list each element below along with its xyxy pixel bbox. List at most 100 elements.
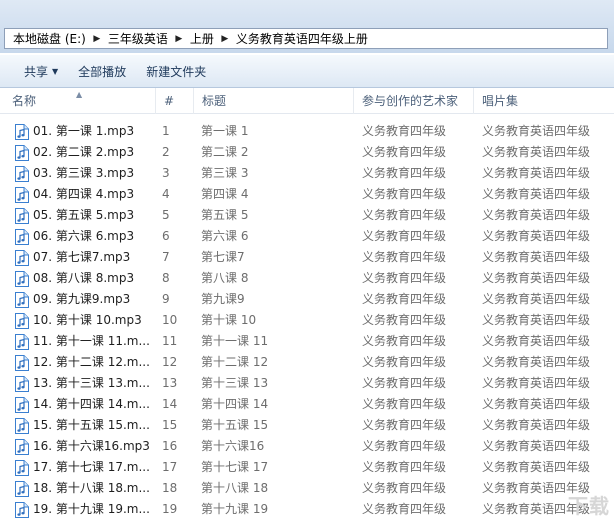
track-title: 第十五课 15 [201,418,269,432]
track-title: 第四课 4 [201,187,249,201]
file-row[interactable]: 16. 第十六课16.mp3 16 第十六课16 义务教育四年级 义务教育英语四年级 [0,436,614,457]
track-artist: 义务教育四年级 [362,418,447,432]
music-file-icon [14,313,29,329]
music-file-icon [14,397,29,413]
track-album: 义务教育英语四年级 [482,208,591,222]
file-row[interactable]: 04. 第四课 4.mp3 4 第四课 4 义务教育四年级 义务教育英语四年级 [0,184,614,205]
column-number[interactable]: # [156,88,194,114]
file-row[interactable]: 12. 第十二课 12.m... 12 第十二课 12 义务教育四年级 义务教育英语四年… [0,352,614,373]
file-row[interactable]: 01. 第一课 1.mp3 1 第一课 1 义务教育四年级 义务教育英语四年级 [0,121,614,142]
file-name: 12. 第十二课 12.m... [33,355,150,369]
share-label: 共享 [24,64,49,79]
music-file-icon [14,229,29,245]
track-artist: 义务教育四年级 [362,124,447,138]
file-name: 07. 第七课7.mp3 [33,250,131,264]
track-number: 3 [162,166,170,180]
file-row[interactable]: 17. 第十七课 17.m... 17 第十七课 17 义务教育四年级 义务教育英语四年… [0,457,614,478]
column-artist[interactable]: 参与创作的艺术家 [354,88,474,114]
track-title: 第六课 6 [201,229,249,243]
file-row[interactable]: 03. 第三课 3.mp3 3 第三课 3 义务教育四年级 义务教育英语四年级 [0,163,614,184]
file-name: 13. 第十三课 13.m... [33,376,150,390]
file-name: 17. 第十七课 17.m... [33,460,150,474]
music-file-icon [14,418,29,434]
file-name: 15. 第十五课 15.m... [33,418,150,432]
track-artist: 义务教育四年级 [362,334,447,348]
track-album: 义务教育英语四年级 [482,271,591,285]
file-row[interactable]: 19. 第十九课 19.m... 19 第十九课 19 义务教育四年级 义务教育英语四年… [0,499,614,520]
track-number: 4 [162,187,170,201]
file-name: 19. 第十九课 19.m... [33,502,150,516]
track-artist: 义务教育四年级 [362,250,447,264]
track-title: 第十课 10 [201,313,257,327]
file-row[interactable]: 05. 第五课 5.mp3 5 第五课 5 义务教育四年级 义务教育英语四年级 [0,205,614,226]
file-row[interactable]: 13. 第十三课 13.m... 13 第十三课 13 义务教育四年级 义务教育英语四年… [0,373,614,394]
track-album: 义务教育英语四年级 [482,292,591,306]
track-number: 2 [162,145,170,159]
file-row[interactable]: 02. 第二课 2.mp3 2 第二课 2 义务教育四年级 义务教育英语四年级 [0,142,614,163]
track-number: 19 [162,502,178,516]
file-row[interactable]: 09. 第九课9.mp3 9 第九课9 义务教育四年级 义务教育英语四年级 [0,289,614,310]
track-title: 第十八课 18 [201,481,269,495]
track-title: 第十四课 14 [201,397,269,411]
column-number-label: # [164,94,175,108]
file-row[interactable]: 06. 第六课 6.mp3 6 第六课 6 义务教育四年级 义务教育英语四年级 [0,226,614,247]
music-file-icon [14,502,29,518]
column-album[interactable]: 唱片集 [474,88,614,114]
file-name: 10. 第十课 10.mp3 [33,313,142,327]
track-artist: 义务教育四年级 [362,355,447,369]
file-row[interactable]: 11. 第十一课 11.m... 11 第十一课 11 义务教育四年级 义务教育英语四年… [0,331,614,352]
address-bar: 本地磁盘 (E:) ▶ 三年级英语 ▶ 上册 ▶ 义务教育英语四年级上册 [0,0,614,53]
breadcrumb-folder-volume1[interactable]: 上册 [186,30,218,47]
music-file-icon [14,376,29,392]
file-row[interactable]: 08. 第八课 8.mp3 8 第八课 8 义务教育四年级 义务教育英语四年级 [0,268,614,289]
column-title-label: 标题 [202,94,227,108]
track-artist: 义务教育四年级 [362,166,447,180]
share-button[interactable]: 共享 ▼ [14,59,68,83]
file-row[interactable]: 18. 第十八课 18.m... 18 第十八课 18 义务教育四年级 义务教育英语四年… [0,478,614,499]
chevron-right-icon[interactable]: ▶ [90,34,104,44]
track-number: 17 [162,460,178,474]
breadcrumb[interactable]: 本地磁盘 (E:) ▶ 三年级英语 ▶ 上册 ▶ 义务教育英语四年级上册 [4,28,608,49]
chevron-right-icon[interactable]: ▶ [172,34,186,44]
column-name[interactable]: ▲ 名称 [4,88,156,114]
file-name: 16. 第十六课16.mp3 [33,439,150,453]
file-row[interactable]: 14. 第十四课 14.m... 14 第十四课 14 义务教育四年级 义务教育英语四年… [0,394,614,415]
track-artist: 义务教育四年级 [362,145,447,159]
column-album-label: 唱片集 [482,94,519,108]
file-row[interactable]: 07. 第七课7.mp3 7 第七课7 义务教育四年级 义务教育英语四年级 [0,247,614,268]
track-number: 15 [162,418,178,432]
column-title[interactable]: 标题 [194,88,354,114]
track-album: 义务教育英语四年级 [482,124,591,138]
track-artist: 义务教育四年级 [362,502,447,516]
file-row[interactable]: 15. 第十五课 15.m... 15 第十五课 15 义务教育四年级 义务教育英语四年… [0,415,614,436]
play-all-button[interactable]: 全部播放 [68,59,136,83]
file-name: 06. 第六课 6.mp3 [33,229,135,243]
breadcrumb-folder-grade3[interactable]: 三年级英语 [104,30,172,47]
chevron-down-icon: ▼ [52,66,59,76]
track-title: 第十二课 12 [201,355,269,369]
file-row[interactable]: 10. 第十课 10.mp3 10 第十课 10 义务教育四年级 义务教育英语四年级 [0,310,614,331]
track-artist: 义务教育四年级 [362,187,447,201]
track-title: 第七课7 [201,250,245,264]
music-file-icon [14,145,29,161]
file-name: 03. 第三课 3.mp3 [33,166,135,180]
track-title: 第三课 3 [201,166,249,180]
file-name: 08. 第八课 8.mp3 [33,271,135,285]
new-folder-button[interactable]: 新建文件夹 [136,59,216,83]
track-title: 第一课 1 [201,124,249,138]
track-artist: 义务教育四年级 [362,313,447,327]
track-title: 第十六课16 [201,439,265,453]
track-artist: 义务教育四年级 [362,460,447,474]
track-album: 义务教育英语四年级 [482,250,591,264]
breadcrumb-folder-current[interactable]: 义务教育英语四年级上册 [232,30,372,47]
track-number: 18 [162,481,178,495]
track-title: 第二课 2 [201,145,249,159]
track-artist: 义务教育四年级 [362,439,447,453]
chevron-right-icon[interactable]: ▶ [218,34,232,44]
track-title: 第九课9 [201,292,245,306]
track-number: 6 [162,229,170,243]
command-toolbar: 共享 ▼ 全部播放 新建文件夹 [0,55,614,88]
track-album: 义务教育英语四年级 [482,187,591,201]
breadcrumb-drive[interactable]: 本地磁盘 (E:) [9,30,90,47]
track-number: 11 [162,334,178,348]
